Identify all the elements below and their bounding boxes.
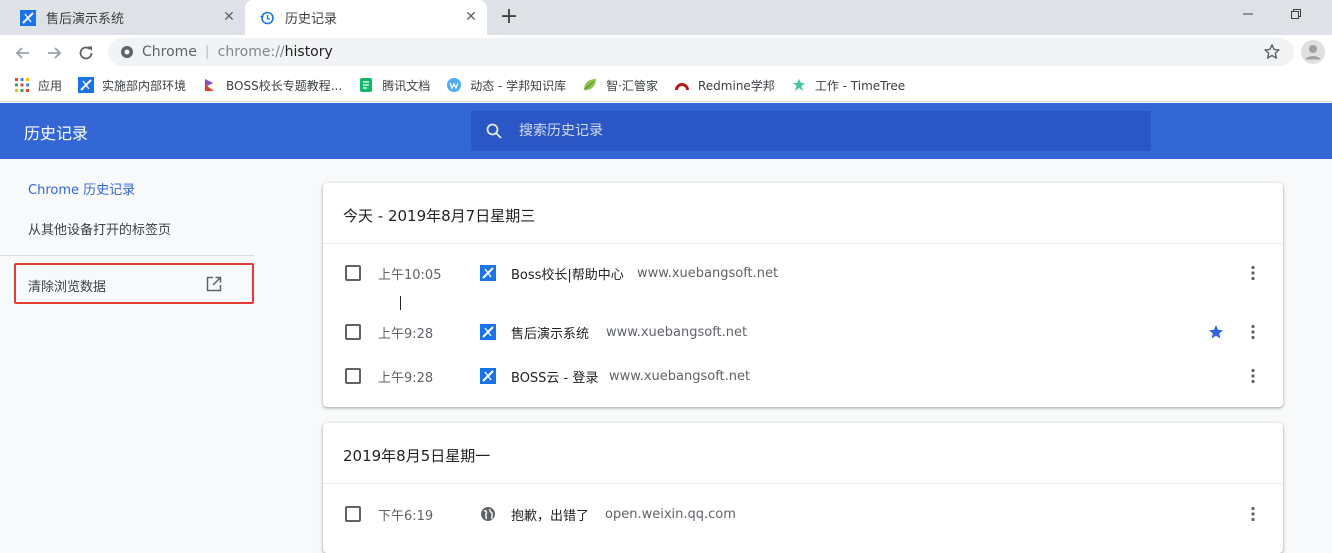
x-logo-icon: [480, 368, 496, 384]
bookmark-redmine[interactable]: Redmine学邦: [674, 77, 775, 94]
bookmark-impl-env[interactable]: 实施部内部环境: [78, 77, 186, 94]
tencent-docs-icon: [360, 78, 373, 92]
redmine-icon: [675, 83, 689, 90]
history-entry[interactable]: 上午10:05 Boss校长|帮助中心 www.xuebangsoft.net: [323, 251, 1283, 295]
boss-logo-icon: [205, 79, 215, 91]
entry-time: 下午6:19: [378, 508, 434, 524]
tab-after-sales-demo[interactable]: 售后演示系统 ✕: [0, 0, 245, 35]
bookmarks-bar: 应用 实施部内部环境 BOSS校长专题教程... 腾讯文档 动态 - 学邦知识库…: [0, 69, 1332, 102]
timetree-icon: [792, 79, 805, 91]
text-cursor: [400, 296, 401, 310]
page-title: 历史记录: [24, 124, 89, 143]
more-vert-icon[interactable]: [1251, 324, 1255, 340]
starred-icon[interactable]: [1208, 324, 1224, 340]
minimize-icon[interactable]: [1236, 2, 1260, 26]
sidebar-item-clear-browsing-data[interactable]: 清除浏览数据: [28, 276, 106, 295]
bookmark-star-icon[interactable]: [1263, 43, 1281, 61]
omnibox-separator: |: [204, 44, 210, 60]
history-card-today: 今天 - 2019年8月7日星期三 上午10:05 Boss校长|帮助中心 ww…: [323, 183, 1283, 407]
bookmark-apps[interactable]: 应用: [14, 77, 62, 94]
tab-history[interactable]: 历史记录 ✕: [245, 0, 487, 35]
x-logo-icon: [480, 324, 496, 340]
bookmark-label: Redmine学邦: [698, 78, 775, 93]
history-icon: [260, 11, 274, 24]
entry-domain: www.xuebangsoft.net: [606, 324, 748, 340]
chrome-page-icon: [121, 46, 133, 58]
history-entry[interactable]: 上午9:28 售后演示系统 www.xuebangsoft.net: [323, 310, 1283, 354]
reload-icon[interactable]: [75, 42, 97, 64]
card-divider: [323, 243, 1283, 244]
history-search[interactable]: [471, 111, 1151, 151]
card-date-title: 今天 - 2019年8月7日星期三: [343, 207, 536, 225]
more-vert-icon[interactable]: [1251, 368, 1255, 384]
close-tab-icon[interactable]: ✕: [221, 9, 237, 25]
globe-icon: [481, 507, 495, 521]
entry-domain: www.xuebangsoft.net: [609, 368, 751, 384]
entry-title[interactable]: BOSS云 - 登录: [511, 367, 598, 386]
bookmark-timetree[interactable]: 工作 - TimeTree: [791, 77, 905, 94]
entry-time: 上午10:05: [378, 267, 442, 283]
x-logo-icon: [20, 9, 36, 26]
url-scheme: chrome://: [217, 44, 285, 60]
close-tab-icon[interactable]: ✕: [463, 9, 479, 25]
entry-time: 上午9:28: [378, 370, 434, 386]
entry-domain: www.xuebangsoft.net: [637, 265, 779, 281]
forward-arrow-icon[interactable]: [43, 42, 65, 64]
sidebar-item-other-devices[interactable]: 从其他设备打开的标签页: [28, 219, 171, 238]
history-card-aug5: 2019年8月5日星期一 下午6:19 抱歉，出错了 open.weixin.q…: [323, 423, 1283, 553]
bookmark-label: 腾讯文档: [382, 78, 431, 93]
history-entry[interactable]: 下午6:19 抱歉，出错了 open.weixin.qq.com: [323, 492, 1283, 536]
x-logo-icon: [78, 77, 95, 93]
apps-grid-icon: [15, 78, 29, 92]
tab-title: 历史记录: [285, 12, 338, 27]
leaf-icon: [584, 79, 597, 91]
bookmark-label: 工作 - TimeTree: [814, 78, 906, 93]
x-logo-icon: [480, 265, 496, 281]
profile-avatar[interactable]: [1301, 40, 1325, 64]
bookmark-tencent-docs[interactable]: 腾讯文档: [358, 77, 430, 94]
restore-window-icon[interactable]: [1284, 4, 1308, 28]
card-date-title: 2019年8月5日星期一: [343, 447, 491, 465]
entry-checkbox[interactable]: [345, 506, 361, 522]
bookmark-boss-tutorial[interactable]: BOSS校长专题教程...: [202, 77, 342, 94]
open-in-new-icon[interactable]: [205, 275, 223, 293]
card-divider: [323, 483, 1283, 484]
bookmark-zhihui[interactable]: 智·汇管家: [582, 77, 658, 94]
more-vert-icon[interactable]: [1251, 265, 1255, 281]
address-bar[interactable]: Chrome | chrome:// history: [108, 38, 1294, 66]
person-icon: [1305, 45, 1321, 60]
sidebar-divider: [0, 255, 254, 256]
omnibox-chip: Chrome: [142, 44, 197, 60]
bookmark-knowledge-base[interactable]: 动态 - 学邦知识库: [446, 77, 566, 94]
entry-title[interactable]: 抱歉，出错了: [511, 505, 589, 524]
entry-title[interactable]: Boss校长|帮助中心: [511, 264, 624, 283]
entry-time: 上午9:28: [378, 326, 434, 342]
bookmark-label: 智·汇管家: [606, 78, 658, 93]
new-tab-button[interactable]: +: [498, 6, 520, 28]
more-vert-icon[interactable]: [1251, 506, 1255, 522]
search-input[interactable]: [517, 122, 1151, 140]
back-arrow-icon[interactable]: [12, 42, 34, 64]
entry-checkbox[interactable]: [345, 368, 361, 384]
bookmark-label: BOSS校长专题教程...: [226, 78, 343, 93]
bookmark-label: 应用: [38, 78, 63, 93]
url-path: history: [284, 44, 333, 60]
tab-title: 售后演示系统: [46, 12, 125, 27]
wiki-icon: [447, 78, 462, 92]
entry-checkbox[interactable]: [345, 324, 361, 340]
entry-title[interactable]: 售后演示系统: [511, 323, 589, 342]
entry-checkbox[interactable]: [345, 265, 361, 281]
search-icon: [486, 123, 502, 139]
sidebar-item-chrome-history[interactable]: Chrome 历史记录: [28, 179, 135, 198]
bookmark-label: 动态 - 学邦知识库: [470, 78, 567, 93]
history-entry[interactable]: 上午9:28 BOSS云 - 登录 www.xuebangsoft.net: [323, 354, 1283, 398]
entry-domain: open.weixin.qq.com: [605, 506, 736, 522]
bookmark-label: 实施部内部环境: [102, 78, 187, 93]
